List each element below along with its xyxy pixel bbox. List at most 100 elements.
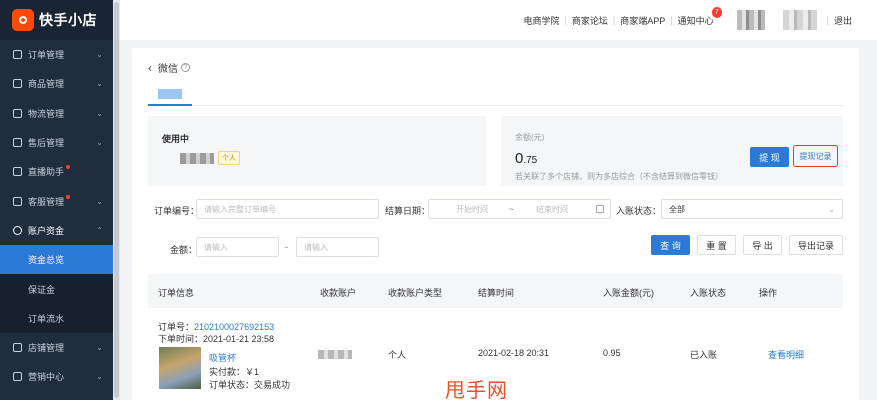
tab-active[interactable] [148,84,192,106]
order-no-label: 订单编号： [154,206,200,216]
amount-max-input[interactable]: 请输入 [296,237,379,257]
calendar-icon [596,205,604,213]
account-panel: 使用中 个人 [148,116,486,186]
settle-time-cell: 2021-02-18 20:31 [478,348,550,358]
range-separator: ~ [509,204,514,214]
sidebar-item-live[interactable]: 直播助手 [0,157,113,186]
chevron-down-icon: ⌄ [828,204,835,214]
scrollbar-thumb[interactable] [114,2,119,398]
order-no-label: 订单号： [158,322,195,332]
logout-link[interactable]: 退出 [829,14,857,27]
sidebar-item-goods[interactable]: 商品管理 ⌄ [0,69,113,98]
table-header: 订单信息 收款账户 收款账户类型 结算时间 入账金额(元) 入账状态 操作 [148,274,843,308]
chevron-down-icon: ⌄ [96,50,103,60]
tab-label-redacted [158,89,182,99]
th-order-info: 订单信息 [158,288,195,298]
paid-amount: 实付款：￥1 [209,367,260,377]
status-label: 入账状态： [616,206,662,216]
order-icon [13,50,22,60]
sidebar-item-label: 直播助手 [28,167,65,178]
sidebar-item-after-sales[interactable]: 售后管理 ⌄ [0,128,113,157]
amount-min-input[interactable]: 请输入 [196,237,279,257]
withdraw-record-button[interactable]: 提现记录 [793,145,838,167]
order-time: 下单时间：2021-01-21 23:58 [158,334,275,344]
th-settle-time: 结算时间 [478,288,515,298]
sidebar-item-label: 账户资金 [28,225,65,236]
query-button[interactable]: 查 询 [651,235,690,255]
money-icon [13,225,22,235]
sidebar-item-account-funds[interactable]: 账户资金 ⌃ [0,216,113,245]
link-merchant-forum[interactable]: 商家论坛 [567,14,613,27]
sidebar-item-label: 订单管理 [28,50,65,61]
th-account-type: 收款账户类型 [388,288,443,298]
shield-icon [13,138,22,148]
help-icon[interactable]: ? [181,63,190,72]
sidebar-item-label: 售后管理 [28,138,65,149]
order-no-input[interactable]: 请输入完整订单编号 [196,199,379,219]
status-select-value: 全部 [669,204,685,214]
sidebar-item-label: 客服管理 [28,196,65,207]
sidebar-item-store[interactable]: 店铺管理 ⌄ [0,333,113,362]
sidebar-item-orders[interactable]: 订单管理 ⌄ [0,40,113,69]
link-notification-center[interactable]: 通知中心 7 [673,6,722,27]
notification-label: 通知中心 [677,15,714,26]
live-icon [13,167,22,177]
order-number-link[interactable]: 2102100027692153 [194,322,274,332]
sidebar-item-label: 物流管理 [28,108,65,119]
chevron-down-icon: ⌄ [96,79,103,89]
sidebar-subitem-order-flow[interactable]: 订单流水 [0,303,113,333]
reset-button[interactable]: 重 置 [697,235,736,255]
sidebar-scrollbar[interactable] [113,0,120,400]
product-thumbnail[interactable] [159,347,201,389]
page-header: ‹ 微信 ? [148,60,190,75]
export-record-button[interactable]: 导出记录 [789,235,843,255]
status-select[interactable]: 全部 ⌄ [661,199,843,219]
account-type-cell: 个人 [388,350,407,360]
chevron-down-icon: ⌄ [96,196,103,206]
start-date-placeholder[interactable]: 开始时间 [456,204,488,215]
order-status: 订单状态：交易成功 [209,380,291,390]
top-header: 电商学院 | 商家论坛 | 商家端APP | 通知中心 7 | 退出 [120,0,877,40]
chevron-down-icon: ⌄ [96,138,103,148]
watermark: 甩手网 [445,378,508,400]
withdraw-button[interactable]: 提 现 [750,147,789,167]
service-icon [13,196,22,206]
marketing-icon [13,372,22,382]
th-amount: 入账金额(元) [603,288,654,298]
truck-icon [13,108,22,118]
main-card: ‹ 微信 ? 使用中 个人 余额(元) 0.75 若关联了多个店铺，则为多店综合… [132,48,859,400]
account-redacted [318,350,352,359]
kuaishou-logo-icon [12,9,34,31]
link-ecommerce-academy[interactable]: 电商学院 [519,14,565,27]
balance-panel: 余额(元) 0.75 若关联了多个店铺，则为多店综合（不含结算到微信零钱） 提 … [501,116,843,186]
status-cell: 已入账 [690,350,718,360]
red-dot-badge [66,165,71,170]
back-arrow-icon[interactable]: ‹ [148,61,152,75]
username[interactable] [782,10,817,30]
sidebar-item-marketing[interactable]: 营销中心 ⌄ [0,362,113,391]
balance-decimal: .75 [523,155,538,166]
avatar[interactable] [736,10,765,30]
page-title: 微信 [158,64,178,75]
goods-icon [13,79,22,89]
sidebar-item-logistics[interactable]: 物流管理 ⌄ [0,99,113,128]
export-button[interactable]: 导 出 [743,235,782,255]
th-account: 收款账户 [320,288,357,298]
chevron-down-icon: ⌄ [96,372,103,382]
view-detail-link[interactable]: 查看明细 [768,348,804,361]
sidebar: 快手小店 订单管理 ⌄ 商品管理 ⌄ 物流管理 ⌄ 售后管理 ⌄ 直播助手 客服… [0,0,113,400]
sidebar-item-service[interactable]: 客服管理 ⌄ [0,186,113,215]
sidebar-subitem-fund-overview[interactable]: 资金总览 [0,245,113,275]
link-merchant-app[interactable]: 商家端APP [615,14,670,27]
product-name-link[interactable]: 吸管杯 [209,351,236,364]
end-date-placeholder[interactable]: 结束时间 [536,204,568,215]
amount-cell: 0.95 [603,348,621,358]
account-status-label: 使用中 [162,134,190,144]
sidebar-item-label: 营销中心 [28,372,65,383]
balance-label: 余额(元) [515,133,545,142]
settle-date-range[interactable]: 开始时间 ~ 结束时间 [428,199,611,219]
sidebar-subitem-deposit[interactable]: 保证金 [0,274,113,304]
account-name-redacted [180,153,214,164]
chevron-down-icon: ⌄ [96,108,103,118]
brand-logo[interactable]: 快手小店 [0,0,113,40]
